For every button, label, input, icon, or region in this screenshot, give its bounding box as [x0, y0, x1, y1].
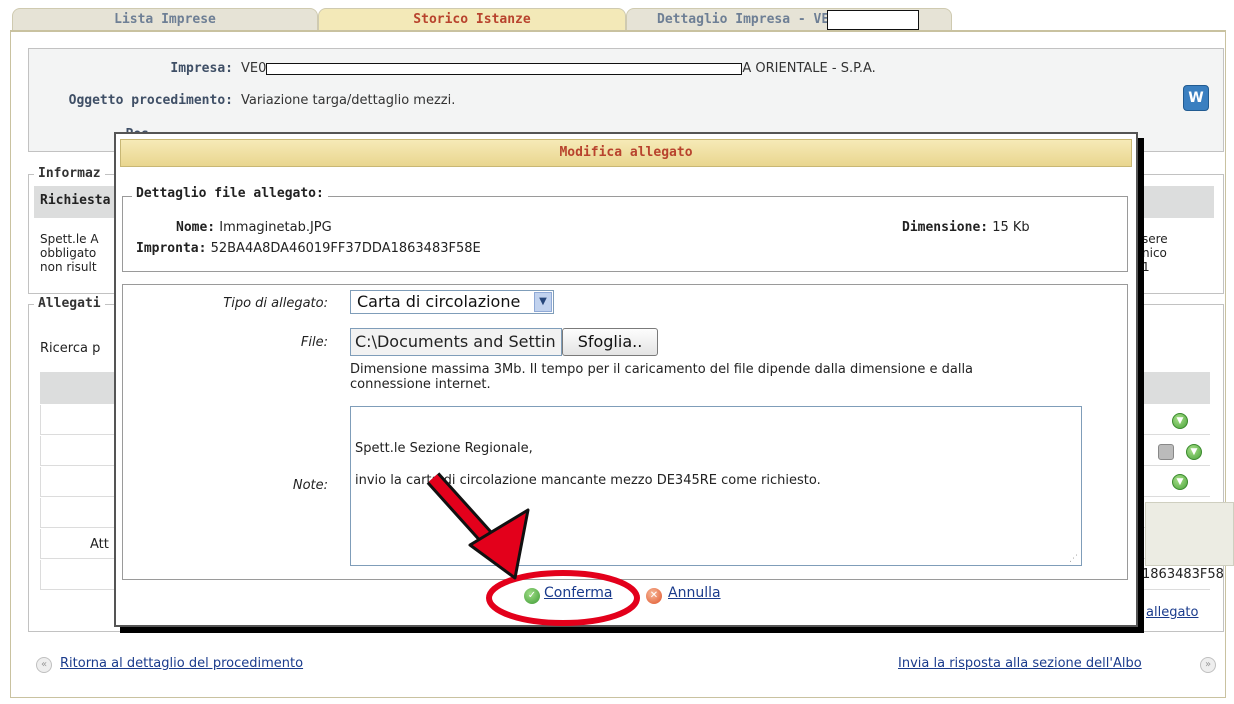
highlight-ellipse	[486, 570, 640, 626]
annotation-overlay	[426, 472, 640, 626]
